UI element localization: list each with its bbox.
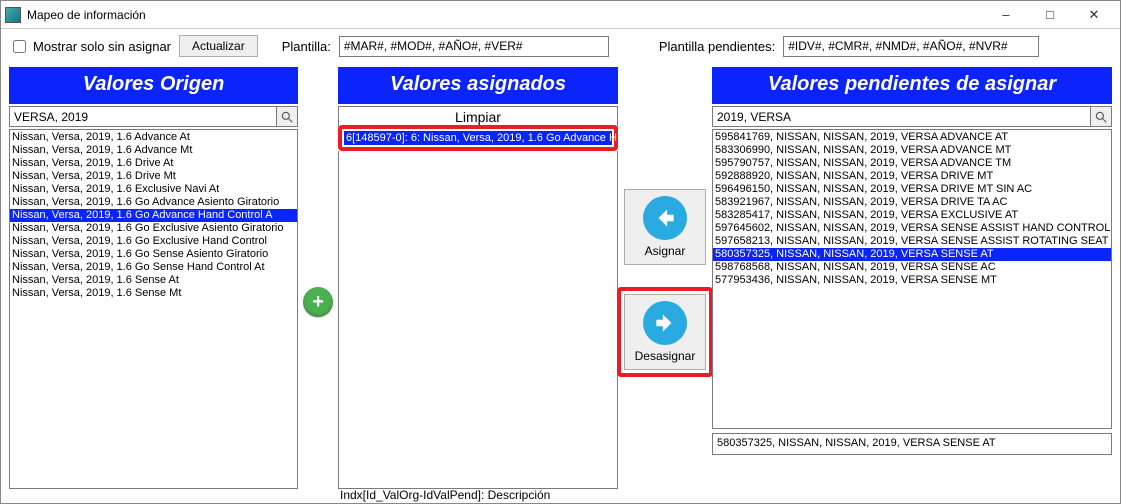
list-item[interactable]: Nissan, Versa, 2019, 1.6 Go Sense Asient… xyxy=(10,248,297,261)
update-button[interactable]: Actualizar xyxy=(179,35,258,57)
maximize-button[interactable]: □ xyxy=(1028,2,1072,28)
actions-column: Asignar Desasignar xyxy=(618,67,712,489)
assign-label: Asignar xyxy=(645,244,686,258)
minimize-button[interactable]: – xyxy=(984,2,1028,28)
list-item[interactable]: 596496150, NISSAN, NISSAN, 2019, VERSA D… xyxy=(713,183,1111,196)
assigned-list[interactable] xyxy=(338,151,618,489)
list-item[interactable]: Nissan, Versa, 2019, 1.6 Sense Mt xyxy=(10,287,297,300)
pending-template-label: Plantilla pendientes: xyxy=(659,39,775,54)
assigned-item[interactable]: 6[148597-0]: 6: Nissan, Versa, 2019, 1.6… xyxy=(344,131,612,145)
search-icon[interactable] xyxy=(277,106,298,127)
list-item[interactable]: Nissan, Versa, 2019, 1.6 Advance Mt xyxy=(10,144,297,157)
list-item[interactable]: 598768568, NISSAN, NISSAN, 2019, VERSA S… xyxy=(713,261,1111,274)
list-item[interactable]: 583306990, NISSAN, NISSAN, 2019, VERSA A… xyxy=(713,144,1111,157)
template-input[interactable] xyxy=(339,36,609,57)
add-column: + xyxy=(298,67,338,489)
window-title: Mapeo de información xyxy=(27,8,984,22)
add-button[interactable]: + xyxy=(303,287,333,317)
list-item[interactable]: 580357325, NISSAN, NISSAN, 2019, VERSA S… xyxy=(713,248,1111,261)
origin-header: Valores Origen xyxy=(9,67,298,104)
pending-selected-display: 580357325, NISSAN, NISSAN, 2019, VERSA S… xyxy=(712,433,1112,455)
list-item[interactable]: Nissan, Versa, 2019, 1.6 Go Exclusive Ha… xyxy=(10,235,297,248)
show-unassigned-label: Mostrar solo sin asignar xyxy=(33,39,171,54)
list-item[interactable]: Nissan, Versa, 2019, 1.6 Exclusive Navi … xyxy=(10,183,297,196)
assigned-header: Valores asignados xyxy=(338,67,618,104)
unassign-label: Desasignar xyxy=(635,349,696,363)
status-bar: Indx[Id_ValOrg-IdValPend]: Descripción xyxy=(340,488,550,502)
list-item[interactable]: 595790757, NISSAN, NISSAN, 2019, VERSA A… xyxy=(713,157,1111,170)
list-item[interactable]: 595841769, NISSAN, NISSAN, 2019, VERSA A… xyxy=(713,131,1111,144)
origin-list[interactable]: Nissan, Versa, 2019, 1.6 Advance AtNissa… xyxy=(9,129,298,489)
list-item[interactable]: Nissan, Versa, 2019, 1.6 Go Advance Hand… xyxy=(10,209,297,222)
plus-icon: + xyxy=(312,291,324,314)
arrow-left-icon xyxy=(643,196,687,240)
template-label: Plantilla: xyxy=(282,39,331,54)
list-item[interactable]: 583921967, NISSAN, NISSAN, 2019, VERSA D… xyxy=(713,196,1111,209)
show-unassigned-input[interactable] xyxy=(13,40,26,53)
assigned-highlight: 6[148597-0]: 6: Nissan, Versa, 2019, 1.6… xyxy=(338,125,618,151)
assign-button[interactable]: Asignar xyxy=(624,189,706,265)
arrow-right-icon xyxy=(643,301,687,345)
list-item[interactable]: 597645602, NISSAN, NISSAN, 2019, VERSA S… xyxy=(713,222,1111,235)
clear-button[interactable]: Limpiar xyxy=(338,106,618,127)
list-item[interactable]: 592888920, NISSAN, NISSAN, 2019, VERSA D… xyxy=(713,170,1111,183)
list-item[interactable]: Nissan, Versa, 2019, 1.6 Drive At xyxy=(10,157,297,170)
origin-panel: Valores Origen Nissan, Versa, 2019, 1.6 … xyxy=(9,67,298,489)
list-item[interactable]: Nissan, Versa, 2019, 1.6 Drive Mt xyxy=(10,170,297,183)
list-item[interactable]: Nissan, Versa, 2019, 1.6 Go Advance Asie… xyxy=(10,196,297,209)
origin-search-input[interactable] xyxy=(9,106,277,127)
unassign-button[interactable]: Desasignar xyxy=(624,294,706,370)
list-item[interactable]: 597658213, NISSAN, NISSAN, 2019, VERSA S… xyxy=(713,235,1111,248)
pending-search-input[interactable] xyxy=(712,106,1091,127)
pending-template-input[interactable] xyxy=(783,36,1039,57)
list-item[interactable]: 577953436, NISSAN, NISSAN, 2019, VERSA S… xyxy=(713,274,1111,287)
app-icon xyxy=(5,7,21,23)
main-area: Valores Origen Nissan, Versa, 2019, 1.6 … xyxy=(1,61,1120,491)
search-icon[interactable] xyxy=(1091,106,1112,127)
list-item[interactable]: Nissan, Versa, 2019, 1.6 Go Sense Hand C… xyxy=(10,261,297,274)
pending-panel: Valores pendientes de asignar 595841769,… xyxy=(712,67,1112,489)
show-unassigned-checkbox[interactable]: Mostrar solo sin asignar xyxy=(9,37,171,56)
list-item[interactable]: Nissan, Versa, 2019, 1.6 Go Exclusive As… xyxy=(10,222,297,235)
toolbar: Mostrar solo sin asignar Actualizar Plan… xyxy=(1,29,1120,61)
list-item[interactable]: Nissan, Versa, 2019, 1.6 Sense At xyxy=(10,274,297,287)
unassign-highlight: Desasignar xyxy=(617,287,713,377)
titlebar: Mapeo de información – □ ✕ xyxy=(1,1,1120,29)
close-button[interactable]: ✕ xyxy=(1072,2,1116,28)
list-item[interactable]: Nissan, Versa, 2019, 1.6 Advance At xyxy=(10,131,297,144)
pending-header: Valores pendientes de asignar xyxy=(712,67,1112,104)
list-item[interactable]: 583285417, NISSAN, NISSAN, 2019, VERSA E… xyxy=(713,209,1111,222)
assigned-panel: Valores asignados Limpiar 6[148597-0]: 6… xyxy=(338,67,618,489)
pending-list[interactable]: 595841769, NISSAN, NISSAN, 2019, VERSA A… xyxy=(712,129,1112,429)
